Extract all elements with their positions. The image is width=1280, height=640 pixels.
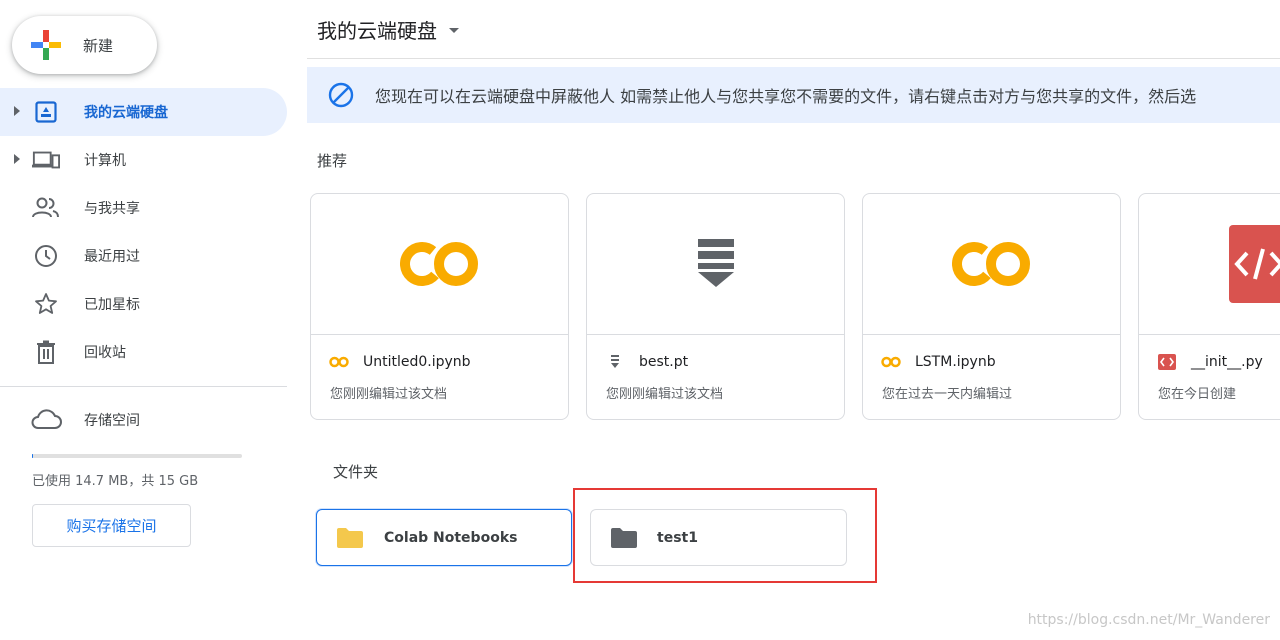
sidebar-item-label: 回收站 xyxy=(84,345,126,361)
file-activity: 您刚刚编辑过该文档 xyxy=(606,387,724,402)
sidebar-item-my-drive[interactable]: 我的云端硬盘 xyxy=(0,88,287,136)
watermark: https://blog.csdn.net/Mr_Wanderer xyxy=(1027,612,1270,628)
sidebar-item-recent[interactable]: 最近用过 xyxy=(0,232,287,280)
folders-heading: 文件夹 xyxy=(333,463,379,481)
sidebar-item-label: 我的云端硬盘 xyxy=(84,105,168,121)
banner-text: 您现在可以在云端硬盘中屏蔽他人 如需禁止他人与您共享您不需要的文件，请右键点击对… xyxy=(375,87,1197,106)
cloud-icon xyxy=(30,408,62,432)
file-name: LSTM.ipynb xyxy=(915,354,996,370)
sidebar-item-computers[interactable]: 计算机 xyxy=(0,136,287,184)
folder-item[interactable]: test1 xyxy=(590,509,847,566)
buy-storage-button[interactable]: 购买存储空间 xyxy=(32,504,191,547)
file-activity: 您刚刚编辑过该文档 xyxy=(330,387,448,402)
binary-file-small-icon xyxy=(605,354,625,370)
file-name-row: best.pt xyxy=(605,354,688,370)
suggested-file-card[interactable]: LSTM.ipynb 您在过去一天内编辑过 xyxy=(862,193,1121,420)
sidebar-item-trash[interactable]: 回收站 xyxy=(0,328,287,376)
file-name-row: LSTM.ipynb xyxy=(881,354,996,370)
file-thumbnail xyxy=(311,194,568,335)
storage-usage-text: 已使用 14.7 MB，共 15 GB xyxy=(32,474,199,489)
file-name-row: __init__.py xyxy=(1157,354,1263,370)
folder-icon xyxy=(611,528,637,550)
trash-icon xyxy=(32,340,60,364)
sidebar-item-label: 与我共享 xyxy=(84,201,140,217)
file-thumbnail xyxy=(1139,194,1280,335)
drive-icon xyxy=(32,100,60,124)
colab-logo-icon xyxy=(399,242,478,286)
header-divider xyxy=(307,58,1280,59)
star-icon xyxy=(32,292,60,316)
drive-title-dropdown[interactable]: 我的云端硬盘 xyxy=(317,14,459,44)
file-thumbnail xyxy=(587,194,844,335)
new-button-label: 新建 xyxy=(83,36,114,55)
colab-logo-icon xyxy=(951,242,1030,286)
colab-file-icon xyxy=(329,354,349,370)
binary-file-icon xyxy=(697,239,734,287)
file-name: Untitled0.ipynb xyxy=(363,354,471,370)
sidebar-item-label: 计算机 xyxy=(84,153,126,169)
expand-caret-icon[interactable] xyxy=(14,106,20,116)
sidebar: 新建 我的云端硬盘 计算机 与我共享 最近用过 已加星标 回收站 存储空间 已使… xyxy=(0,0,300,640)
computers-icon xyxy=(32,148,60,172)
expand-caret-icon[interactable] xyxy=(14,154,20,164)
folder-name: test1 xyxy=(657,529,698,546)
file-name: __init__.py xyxy=(1191,354,1263,370)
suggested-file-card[interactable]: Untitled0.ipynb 您刚刚编辑过该文档 xyxy=(310,193,569,420)
folder-icon xyxy=(337,528,363,550)
code-file-small-icon xyxy=(1157,354,1177,370)
folder-name: Colab Notebooks xyxy=(384,529,518,546)
sidebar-item-storage[interactable]: 存储空间 xyxy=(0,396,287,444)
clock-icon xyxy=(32,244,60,268)
page-title: 我的云端硬盘 xyxy=(317,18,437,43)
sidebar-item-starred[interactable]: 已加星标 xyxy=(0,280,287,328)
storage-usage-bar xyxy=(32,454,242,458)
plus-icon xyxy=(31,30,61,60)
info-banner: 您现在可以在云端硬盘中屏蔽他人 如需禁止他人与您共享您不需要的文件，请右键点击对… xyxy=(307,67,1280,123)
recommended-heading: 推荐 xyxy=(317,152,348,170)
new-button[interactable]: 新建 xyxy=(12,16,157,74)
file-name: best.pt xyxy=(639,354,689,370)
sidebar-divider xyxy=(0,386,287,387)
chevron-down-icon xyxy=(449,27,459,33)
shared-people-icon xyxy=(32,196,60,220)
sidebar-nav: 我的云端硬盘 计算机 与我共享 最近用过 已加星标 回收站 xyxy=(0,88,287,376)
sidebar-item-shared-with-me[interactable]: 与我共享 xyxy=(0,184,287,232)
suggested-file-card[interactable]: __init__.py 您在今日创建 xyxy=(1138,193,1280,420)
file-activity: 您在过去一天内编辑过 xyxy=(882,387,1013,402)
block-icon xyxy=(327,81,355,109)
file-activity: 您在今日创建 xyxy=(1158,387,1237,402)
main-content: 我的云端硬盘 您现在可以在云端硬盘中屏蔽他人 如需禁止他人与您共享您不需要的文件… xyxy=(307,0,1280,640)
folder-item[interactable]: Colab Notebooks xyxy=(316,509,572,566)
file-thumbnail xyxy=(863,194,1120,335)
sidebar-item-label: 已加星标 xyxy=(84,297,140,313)
file-name-row: Untitled0.ipynb xyxy=(329,354,471,370)
sidebar-item-label: 最近用过 xyxy=(84,249,140,265)
colab-file-icon xyxy=(881,354,901,370)
suggested-file-card[interactable]: best.pt 您刚刚编辑过该文档 xyxy=(586,193,845,420)
storage-label: 存储空间 xyxy=(84,413,140,429)
code-file-icon xyxy=(1229,225,1280,303)
